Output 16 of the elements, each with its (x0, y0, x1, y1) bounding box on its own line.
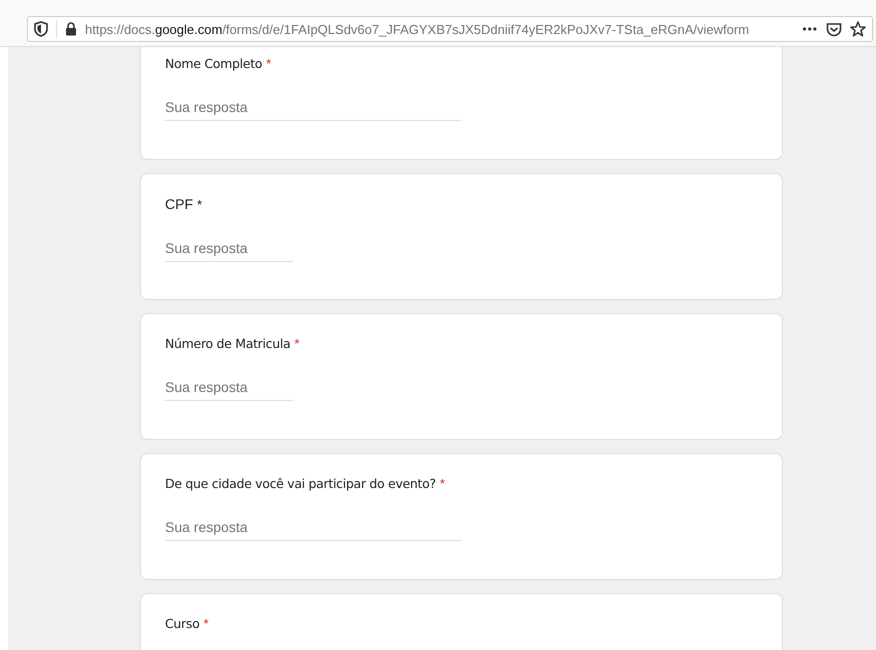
required-asterisk: * (197, 197, 202, 212)
page-actions-button[interactable]: ••• (802, 22, 818, 36)
question-label: CPF (165, 196, 193, 212)
lock-icon (65, 22, 77, 36)
question-label: Número de Matricula (165, 336, 290, 351)
required-asterisk: * (440, 476, 445, 491)
question-label: De que cidade você vai participar do evento? (165, 476, 436, 491)
shield-icon[interactable] (34, 21, 48, 37)
star-icon[interactable] (850, 21, 866, 37)
address-bar[interactable]: https://docs.google.com/forms/d/e/1FAIpQLSdv6o7_JFAGYXB7sJX5Ddniif74yER2kPoJXv7-TSta_eRGnA/viewform ••• (27, 16, 873, 42)
question-label: Nome Completo (165, 56, 262, 71)
url-text: https://docs.google.com/forms/d/e/1FAIpQLSdv6o7_JFAGYXB7sJX5Ddniif74yER2kPoJXv7-TSta_eRGnA/viewform (85, 22, 750, 36)
required-asterisk: * (203, 616, 209, 631)
required-asterisk: * (294, 336, 300, 351)
required-asterisk: * (266, 56, 272, 71)
question-label: Curso (165, 616, 200, 631)
